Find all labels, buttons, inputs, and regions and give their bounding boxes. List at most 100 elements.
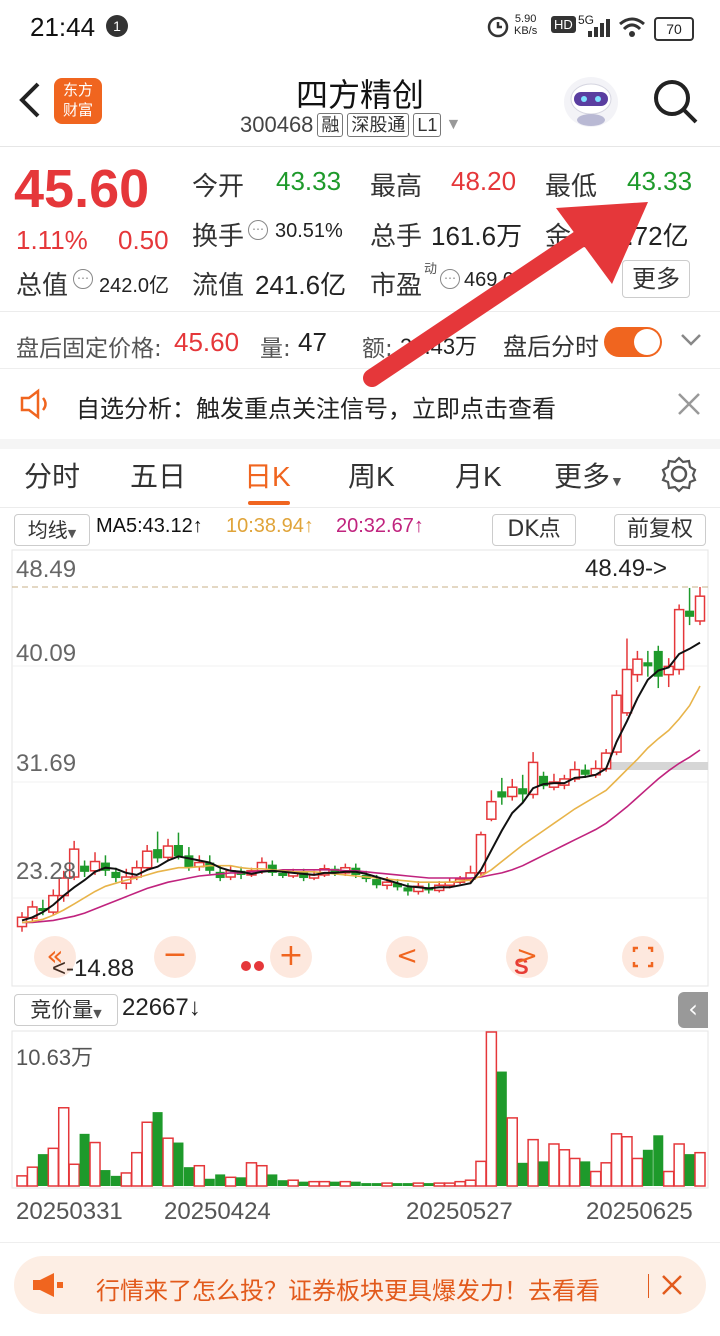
volume-bar — [298, 1181, 309, 1186]
ma-selector[interactable]: 均线▼ — [14, 514, 90, 546]
candle-body — [673, 608, 685, 671]
volume-bar — [130, 1151, 143, 1187]
promo-text[interactable]: 行情来了怎么投？证券板块更具爆发力！去看看 — [96, 1271, 642, 1306]
candle-body — [518, 788, 528, 795]
adjust-button[interactable]: 前复权 — [614, 514, 706, 546]
volume-bar — [548, 1143, 560, 1187]
caret-down-icon: ▼ — [67, 527, 77, 540]
annotation-arrow — [363, 202, 648, 387]
search-button[interactable] — [650, 76, 700, 130]
tab-intraday[interactable]: 分时 — [24, 455, 80, 495]
volume-selector[interactable]: 竞价量▼ — [14, 994, 118, 1026]
volume-bar — [267, 1174, 278, 1186]
turnover-value: 30.51% — [275, 220, 343, 242]
active-tab-underline — [248, 501, 290, 505]
megaphone-icon — [30, 1271, 66, 1303]
speaker-icon — [18, 388, 54, 424]
tab-monthly-k[interactable]: 月K — [455, 455, 502, 495]
candle-body — [486, 800, 497, 820]
candle-body — [162, 845, 174, 859]
net-speed-value: 5.90 — [514, 13, 537, 25]
candle-body — [89, 860, 101, 872]
volume-bar — [621, 1135, 633, 1187]
volume-bar — [371, 1183, 382, 1186]
zoom-out-button[interactable]: − — [154, 936, 196, 978]
net-speed-unit: KB/s — [514, 25, 538, 37]
fullscreen-button[interactable] — [622, 936, 664, 978]
volume-bar — [224, 1176, 237, 1187]
status-time: 21:44 — [30, 12, 96, 42]
close-banner-button[interactable] — [660, 1273, 684, 1301]
notification-badge: 1 — [106, 15, 128, 37]
candle-body — [685, 610, 695, 617]
volume-bar — [277, 1180, 288, 1186]
candles-group — [16, 587, 706, 932]
change-amount: 0.50 — [118, 225, 169, 255]
min-price-value: 14.88 — [74, 955, 135, 982]
volume-bar — [610, 1133, 623, 1187]
candle-body — [80, 865, 90, 872]
volume-bar — [485, 1031, 498, 1187]
volume-bar — [204, 1178, 215, 1186]
tag-level: L1 — [413, 113, 442, 137]
volume-bar — [173, 1142, 184, 1186]
volume-bar — [506, 1117, 518, 1187]
close-notice-button[interactable] — [676, 391, 702, 421]
volume-bar — [68, 1163, 80, 1187]
assistant-avatar[interactable] — [560, 72, 622, 130]
info-icon[interactable]: ⋯ — [248, 220, 268, 240]
volume-bar — [100, 1170, 111, 1186]
volume-bar — [329, 1181, 340, 1186]
volume-bar — [527, 1138, 539, 1187]
volume-bar — [589, 1170, 602, 1187]
candle-body — [632, 658, 643, 676]
candle-body — [475, 833, 487, 874]
stock-code-row[interactable]: 300468 融 深股通 L1 ▼ — [240, 112, 461, 138]
scroll-left-button[interactable]: « — [34, 936, 76, 978]
info-icon[interactable]: ⋯ — [73, 269, 93, 289]
volume-bar — [37, 1154, 48, 1186]
ma20-line — [22, 749, 701, 924]
expand-chevron-icon[interactable] — [680, 332, 702, 352]
volume-bars-group — [16, 1031, 706, 1187]
dk-button[interactable]: DK点 — [492, 514, 576, 546]
tab-five-day[interactable]: 五日 — [130, 455, 186, 495]
volume-bar — [110, 1175, 121, 1186]
header-divider — [0, 146, 720, 147]
volume-bar — [631, 1157, 644, 1187]
volume-bar — [89, 1141, 101, 1187]
tabs-divider — [0, 507, 720, 508]
candle-body — [381, 881, 393, 887]
settings-button[interactable] — [660, 455, 698, 497]
volume-bar — [381, 1182, 393, 1187]
open-label: 今开 — [192, 171, 245, 201]
hd-icon: HD — [551, 16, 576, 33]
caret-down-icon: ▼ — [445, 116, 462, 133]
ma10-value: 10:38.94↑ — [226, 515, 314, 537]
volume-bar — [392, 1183, 403, 1186]
indicator-dots[interactable] — [240, 958, 270, 978]
afterhours-price: 45.60 — [174, 327, 240, 357]
candle-body — [153, 849, 163, 859]
date-label-3: 20250527 — [406, 1198, 513, 1225]
notice-text[interactable]: 自选分析：触发重点关注信号，立即点击查看 — [76, 389, 556, 424]
tab-daily-k[interactable]: 日K — [244, 455, 291, 495]
next-button[interactable]: > — [506, 936, 548, 978]
status-bar: 21:44 1 5.90 KB/s HD 5G 70 — [0, 0, 720, 56]
volume-bar — [412, 1182, 425, 1187]
y-tick-2: 40.09 — [16, 640, 77, 667]
candlestick-chart[interactable] — [0, 549, 720, 989]
tab-weekly-k[interactable]: 周K — [348, 455, 395, 495]
volume-bar — [402, 1183, 413, 1186]
volume-bar — [673, 1143, 685, 1187]
volume-bar — [558, 1149, 571, 1187]
candle-body — [403, 887, 413, 892]
prev-button[interactable]: < — [386, 936, 428, 978]
candle-body — [643, 662, 653, 667]
zoom-in-button[interactable]: + — [270, 936, 312, 978]
ma5-value: MA5:43.12↑ — [96, 515, 203, 537]
collapse-panel-button[interactable]: ‹ — [678, 992, 708, 1028]
volume-bar — [141, 1121, 153, 1187]
tab-more[interactable]: 更多▼ — [554, 455, 624, 495]
volume-bar — [454, 1180, 466, 1187]
